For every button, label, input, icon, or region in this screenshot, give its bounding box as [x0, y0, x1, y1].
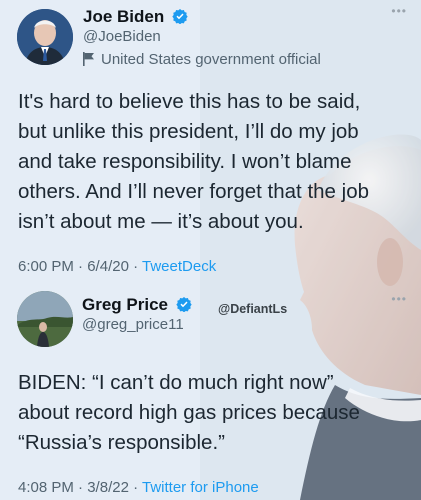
account-label-text: United States government official: [101, 51, 321, 68]
verified-badge-icon: [172, 9, 188, 24]
tweet-text: It's hard to believe this has to be said…: [18, 90, 369, 233]
display-name[interactable]: Joe Biden: [83, 7, 188, 27]
avatar[interactable]: [17, 291, 73, 347]
meta-separator: ·: [73, 258, 88, 275]
government-flag-icon: [83, 52, 94, 66]
more-options-icon[interactable]: •••: [391, 4, 407, 18]
meta-separator: ·: [128, 258, 142, 275]
tweet-time[interactable]: 6:00 PM: [18, 258, 74, 275]
meta-separator: ·: [128, 479, 142, 496]
tweet-card: Greg Price @greg_price11 @DefiantLs ••• …: [0, 286, 421, 500]
tweet-time[interactable]: 4:08 PM: [18, 479, 74, 496]
tweet-text: BIDEN: “I can’t do much right now” about…: [18, 371, 360, 454]
display-name-text[interactable]: Joe Biden: [83, 7, 164, 26]
tweet-source-link[interactable]: Twitter for iPhone: [142, 479, 259, 496]
user-handle[interactable]: @JoeBiden: [83, 28, 161, 45]
verified-badge-icon: [176, 297, 192, 312]
display-name[interactable]: Greg Price: [82, 295, 192, 315]
watermark: @DefiantLs: [218, 302, 288, 316]
display-name-text[interactable]: Greg Price: [82, 295, 168, 314]
user-handle[interactable]: @greg_price11: [82, 316, 184, 333]
more-options-icon[interactable]: •••: [391, 292, 407, 306]
tweet-source-link[interactable]: TweetDeck: [142, 258, 216, 275]
account-label: United States government official: [83, 51, 321, 68]
avatar[interactable]: [17, 9, 73, 65]
tweet-meta: 4:08 PM · 3/8/22 · Twitter for iPhone: [18, 479, 259, 496]
tweet-meta: 6:00 PM · 6/4/20 · TweetDeck: [18, 258, 216, 275]
tweet-date[interactable]: 3/8/22: [87, 479, 129, 496]
meta-separator: ·: [73, 479, 88, 496]
tweet-card: Joe Biden @JoeBiden United States govern…: [0, 0, 421, 286]
tweet-date[interactable]: 6/4/20: [87, 258, 129, 275]
